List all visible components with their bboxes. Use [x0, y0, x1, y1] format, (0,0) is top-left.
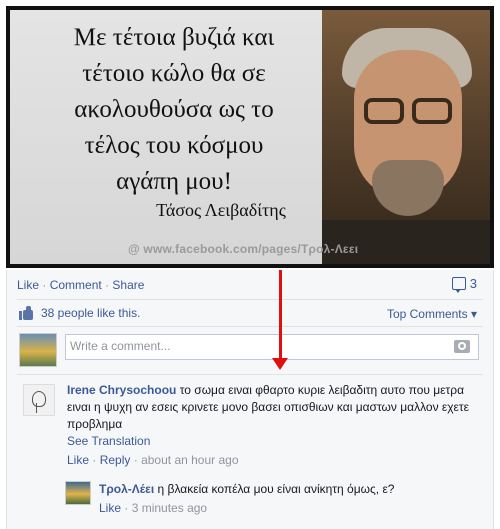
- quote-line: τέλος του κόσμου: [84, 132, 264, 159]
- like-count-text[interactable]: 38 people like this.: [41, 306, 140, 320]
- like-summary: 38 people like this.: [19, 306, 140, 320]
- separator: ·: [105, 278, 110, 292]
- reply-meta: Like · 3 minutes ago: [99, 500, 483, 517]
- avatar[interactable]: [23, 384, 55, 416]
- comment-input[interactable]: [70, 339, 440, 353]
- action-bar: Like · Comment · Share: [17, 278, 144, 292]
- comment-like-link[interactable]: Like: [67, 453, 89, 467]
- quote-meme: Με τέτοια βυζιά και τέτοιο κώλο θα σε ακ…: [10, 10, 490, 264]
- comment-time[interactable]: about an hour ago: [141, 453, 238, 467]
- quote-author: Τάσος Λειβαδίτης: [156, 200, 286, 220]
- divider: [17, 374, 483, 375]
- comment-author[interactable]: Irene Chrysochoou: [67, 383, 176, 397]
- comment-count-value: 3: [469, 276, 477, 291]
- quote-line: τέτοιο κώλο θα σε: [82, 60, 266, 87]
- comment-bubble-icon: [451, 277, 466, 293]
- separator: ·: [42, 278, 47, 292]
- avatar[interactable]: [65, 481, 91, 505]
- avatar: [19, 333, 57, 367]
- separator: ·: [133, 453, 138, 467]
- reply-text: η βλακεία κοπέλα μου είναι ανίκητη όμως,…: [157, 482, 395, 496]
- comment-meta: Like · Reply · about an hour ago: [67, 452, 487, 469]
- comment-link[interactable]: Comment: [50, 278, 102, 292]
- like-link[interactable]: Like: [17, 278, 39, 292]
- top-comments-dropdown[interactable]: Top Comments ▾: [387, 307, 477, 321]
- separator: ·: [92, 453, 97, 467]
- comment-count[interactable]: 3: [451, 276, 477, 293]
- red-arrow-head-icon: [272, 358, 288, 370]
- see-translation-link[interactable]: See Translation: [67, 433, 487, 450]
- reply-body: Τρολ-Λέει η βλακεία κοπέλα μου είναι ανί…: [99, 481, 483, 517]
- quote-line: ακολουθούσα ως το: [74, 96, 274, 123]
- quote-line: Με τέτοια βυζιά και: [73, 24, 275, 51]
- quote-line: αγάπη μου!: [116, 168, 232, 195]
- thumbs-up-icon: [19, 306, 35, 320]
- comment-body: Irene Chrysochoou το σωμα ειναι φθαρτο κ…: [67, 382, 487, 469]
- quote-text: Με τέτοια βυζιά και τέτοιο κώλο θα σε ακ…: [24, 20, 324, 200]
- red-arrow-line: [279, 270, 282, 362]
- comment-composer[interactable]: [65, 334, 479, 360]
- share-link[interactable]: Share: [112, 278, 144, 292]
- post-image[interactable]: Με τέτοια βυζιά και τέτοιο κώλο θα σε ακ…: [6, 6, 494, 268]
- divider: [17, 299, 483, 300]
- separator: ·: [124, 501, 129, 515]
- author-portrait: [322, 10, 490, 264]
- camera-icon[interactable]: [454, 340, 470, 353]
- divider: [17, 326, 483, 327]
- watermark: @ www.facebook.com/pages/Τρολ-Λεει: [128, 242, 359, 256]
- reply-link[interactable]: Reply: [100, 453, 131, 467]
- reply-like-link[interactable]: Like: [99, 501, 121, 515]
- feedback-panel: Like · Comment · Share 3 38 people like …: [6, 270, 494, 529]
- reply-time[interactable]: 3 minutes ago: [132, 501, 207, 515]
- reply-author[interactable]: Τρολ-Λέει: [99, 482, 154, 496]
